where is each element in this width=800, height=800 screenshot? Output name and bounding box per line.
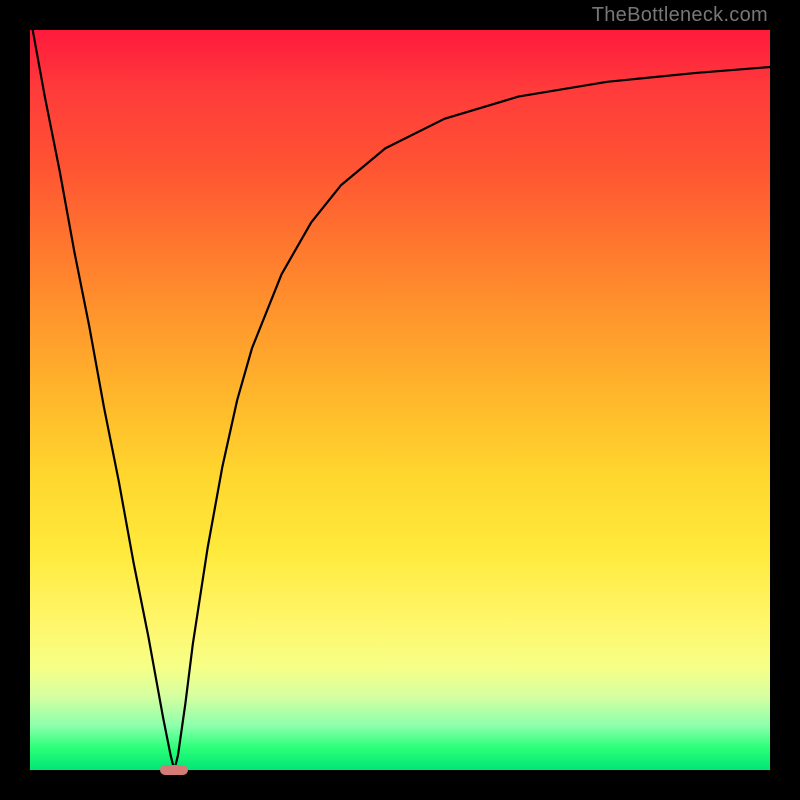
chart-frame: TheBottleneck.com — [0, 0, 800, 800]
line-curve — [30, 30, 770, 770]
optimum-marker — [160, 765, 188, 775]
plot-area — [30, 30, 770, 770]
watermark-text: TheBottleneck.com — [592, 4, 768, 27]
